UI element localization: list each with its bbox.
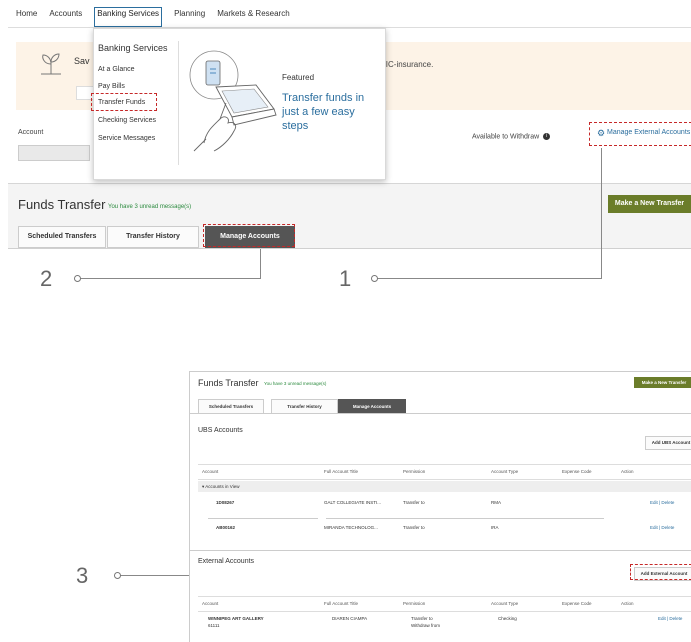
col-account[interactable]: Account: [202, 469, 218, 474]
tab-scheduled-transfers-2[interactable]: Scheduled Transfers: [198, 399, 264, 414]
col-permission[interactable]: Permission: [403, 601, 425, 606]
add-external-account-highlight: [630, 564, 691, 580]
callout-1-connector: [377, 278, 602, 279]
external-accounts-heading: External Accounts: [198, 558, 255, 565]
callout-1-connector-vertical: [601, 148, 602, 278]
menu-item-checking-services[interactable]: Checking Services: [98, 117, 156, 124]
row-type: Checking: [498, 616, 517, 621]
col-account-type[interactable]: Account Type: [491, 469, 518, 474]
featured-label: Featured: [282, 73, 315, 82]
external-table-header: Account Full Account Title Permission Ac…: [198, 596, 691, 612]
group-label: Accounts in View: [205, 484, 240, 489]
row-account-number: 61111: [208, 623, 220, 628]
make-new-transfer-button-2[interactable]: Make a New Transfer: [634, 377, 691, 388]
row-type: IRA: [491, 525, 499, 530]
row-edit-delete[interactable]: Edit | Delete: [650, 525, 674, 530]
row-title: GALT COLLEGIATE INSTI...: [324, 500, 382, 505]
unread-messages-link[interactable]: You have 3 unread message(s): [108, 204, 191, 210]
row-title: MIRANDA TECHNOLOG...: [324, 525, 378, 530]
callout-1-dot: [371, 275, 378, 282]
account-label: Account: [18, 129, 44, 136]
callout-2-connector-vertical: [260, 249, 261, 278]
main-nav: Home Accounts Banking Services Planning …: [8, 7, 290, 27]
info-icon[interactable]: i: [543, 133, 551, 140]
row-edit-delete[interactable]: Edit | Delete: [650, 500, 674, 505]
tab-transfer-history-2[interactable]: Transfer History: [271, 399, 338, 414]
col-permission[interactable]: Permission: [403, 469, 425, 474]
manage-external-accounts-highlight: ⚙ Manage External Accounts: [589, 122, 691, 146]
row-permission: Transfer to: [403, 500, 425, 505]
row-divider: [208, 518, 318, 519]
table-row: WINNIPEG ART GALLERY 61111 DIAREN CIAMPA…: [198, 612, 691, 640]
menu-item-pay-bills[interactable]: Pay Bills: [98, 83, 125, 90]
laptop-hand-illustration-icon: [189, 50, 277, 152]
top-screenshot: Home Accounts Banking Services Planning …: [8, 0, 691, 252]
ubs-accounts-heading: UBS Accounts: [198, 427, 243, 434]
row-account: 1D08267: [216, 500, 235, 505]
table-row: AB00162 MIRANDA TECHNOLOG... Transfer to…: [198, 521, 691, 541]
nav-markets-research[interactable]: Markets & Research: [217, 9, 289, 27]
funds-transfer-title: Funds Transfer: [18, 197, 106, 212]
callout-3-dot: [114, 572, 121, 579]
dropdown-title: Banking Services: [98, 43, 168, 53]
col-full-title[interactable]: Full Account Title: [324, 601, 358, 606]
bottom-screenshot: Funds Transfer You have 3 unread message…: [189, 371, 691, 642]
section-divider-2: [190, 550, 691, 551]
col-full-title[interactable]: Full Account Title: [324, 469, 358, 474]
col-account-type[interactable]: Account Type: [491, 601, 518, 606]
tabs-underline: [8, 248, 691, 249]
col-expense-code[interactable]: Expense Code: [562, 601, 592, 606]
chevron-down-icon: ▾: [202, 484, 205, 489]
row-permission: Transfer to: [411, 616, 433, 621]
menu-item-at-a-glance[interactable]: At a Glance: [98, 66, 135, 73]
accounts-in-view-group[interactable]: ▾ Accounts in View: [198, 481, 691, 492]
col-action: Action: [621, 469, 634, 474]
savings-plant-icon: [41, 53, 61, 75]
row-edit-delete[interactable]: Edit | Delete: [658, 616, 682, 621]
row-title: DIAREN CIAMPA: [332, 616, 368, 621]
funds-transfer-title-2: Funds Transfer: [198, 378, 259, 388]
row-permission: Transfer to: [403, 525, 425, 530]
ubs-table-header: Account Full Account Title Permission Ac…: [198, 464, 691, 480]
available-label: Available to Withdraw: [472, 133, 540, 141]
col-expense-code[interactable]: Expense Code: [562, 469, 592, 474]
tab-manage-accounts-2[interactable]: Manage Accounts: [338, 399, 406, 414]
banner-insurance-text: DIC-insurance.: [380, 60, 434, 69]
featured-headline[interactable]: Transfer funds in just a few easy steps: [282, 91, 382, 133]
callout-2-connector: [80, 278, 261, 279]
available-to-withdraw: Available to Withdraw i: [472, 133, 551, 141]
callout-2-dot: [74, 275, 81, 282]
tabs-underline-2: [190, 413, 691, 414]
transfer-funds-highlight: [91, 93, 157, 111]
row-account: WINNIPEG ART GALLERY: [208, 616, 264, 621]
banking-services-dropdown: Banking Services At a Glance Pay Bills T…: [91, 28, 386, 180]
col-account[interactable]: Account: [202, 601, 218, 606]
menu-item-service-messages[interactable]: Service Messages: [98, 135, 155, 142]
col-action: Action: [621, 601, 634, 606]
callout-3-number: 3: [76, 563, 89, 588]
nav-home[interactable]: Home: [16, 9, 37, 27]
account-select[interactable]: [18, 145, 90, 161]
table-row: 1D08267 GALT COLLEGIATE INSTI... Transfe…: [198, 496, 691, 516]
row-divider: [326, 518, 604, 519]
tab-scheduled-transfers[interactable]: Scheduled Transfers: [18, 226, 106, 248]
callout-2-number: 2: [40, 266, 53, 291]
nav-accounts[interactable]: Accounts: [49, 9, 82, 27]
gear-icon[interactable]: ⚙: [597, 128, 605, 139]
make-new-transfer-button[interactable]: Make a New Transfer: [608, 195, 691, 213]
nav-planning[interactable]: Planning: [174, 9, 205, 27]
dropdown-divider: [178, 41, 179, 165]
row-permission-2: Withdraw from: [411, 623, 441, 628]
nav-banking-services[interactable]: Banking Services: [94, 7, 163, 27]
row-account: AB00162: [216, 525, 236, 530]
callout-1-number: 1: [339, 266, 352, 291]
tab-transfer-history[interactable]: Transfer History: [107, 226, 199, 248]
manage-accounts-highlight: [203, 224, 295, 247]
add-ubs-account-button[interactable]: Add UBS Account: [645, 436, 691, 450]
row-type: RMA: [491, 500, 501, 505]
unread-messages-link-2[interactable]: You have 3 unread message(s): [264, 381, 326, 386]
banner-save-text: Sav: [74, 56, 90, 66]
manage-external-accounts-link[interactable]: Manage External Accounts: [607, 129, 690, 136]
